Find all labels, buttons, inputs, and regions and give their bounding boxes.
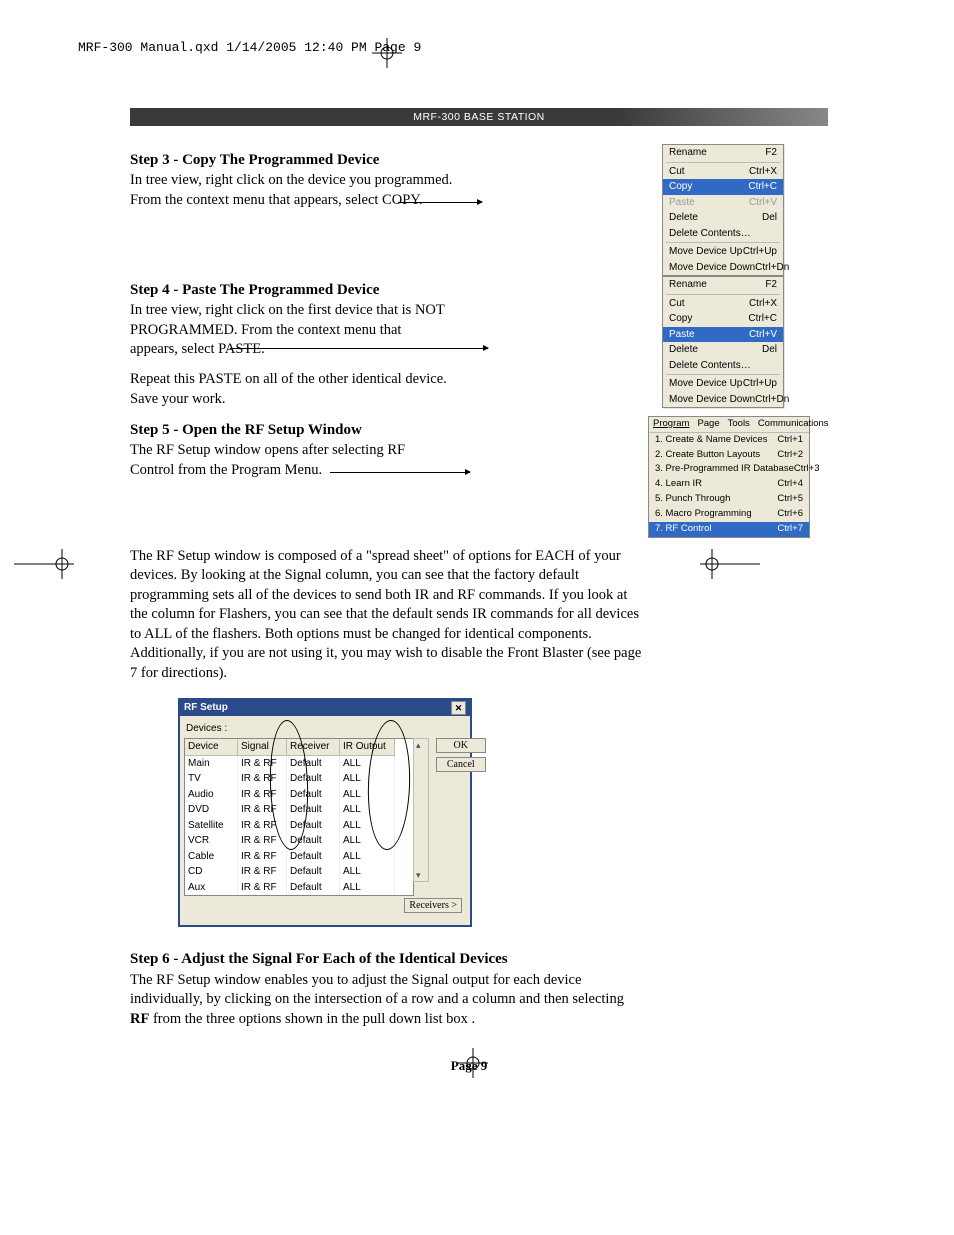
- step5-para: The RF Setup window is composed of a "sp…: [130, 547, 642, 684]
- step4-body2: Repeat this PASTE on all of the other id…: [130, 370, 450, 409]
- ok-button[interactable]: OK: [436, 738, 486, 753]
- crop-mark-bottom: [458, 1048, 488, 1078]
- scrollbar[interactable]: [413, 738, 429, 882]
- arrow-line: [230, 348, 488, 349]
- context-menu-copy: RenameF2 CutCtrl+X CopyCtrl+C PasteCtrl+…: [662, 144, 784, 276]
- section-title-bar: MRF-300 BASE STATION: [130, 108, 828, 126]
- program-menu: Program Page Tools Communications 1. Cre…: [648, 416, 810, 538]
- step3-body: In tree view, right click on the device …: [130, 171, 470, 210]
- table-row[interactable]: AuxIR & RFDefaultALL: [185, 880, 413, 896]
- table-row[interactable]: CDIR & RFDefaultALL: [185, 864, 413, 880]
- table-row[interactable]: MainIR & RFDefaultALL: [185, 756, 413, 772]
- step6-heading: Step 6 - Adjust the Signal For Each of t…: [130, 949, 808, 969]
- receivers-button[interactable]: Receivers >: [404, 898, 462, 913]
- table-row[interactable]: VCRIR & RFDefaultALL: [185, 833, 413, 849]
- menu-communications[interactable]: Communications: [758, 418, 829, 431]
- menu-tools[interactable]: Tools: [728, 418, 750, 431]
- menu-program[interactable]: Program: [653, 418, 689, 431]
- step5-body: The RF Setup window opens after selectin…: [130, 441, 430, 480]
- registration-mark-left: [14, 549, 74, 579]
- arrow-line: [398, 202, 482, 203]
- context-menu-paste: RenameF2 CutCtrl+X CopyCtrl+C PasteCtrl+…: [662, 276, 784, 408]
- arrow-line: [330, 472, 470, 473]
- ctx-copy-highlight[interactable]: CopyCtrl+C: [663, 179, 783, 195]
- table-row[interactable]: DVDIR & RFDefaultALL: [185, 802, 413, 818]
- crop-mark-top: [372, 38, 402, 68]
- registration-mark-right: [700, 549, 760, 579]
- step6-body: The RF Setup window enables you to adjus…: [130, 971, 640, 1030]
- ctx-paste-highlight[interactable]: PasteCtrl+V: [663, 327, 783, 343]
- menu-rf-control-highlight[interactable]: 7. RF ControlCtrl+7: [649, 522, 809, 537]
- step4-body: In tree view, right click on the first d…: [130, 301, 450, 360]
- rf-setup-window: RF Setup ✕ Devices : Device Signal Recei…: [178, 698, 472, 928]
- rf-devices-table[interactable]: Device Signal Receiver IR Output MainIR …: [184, 738, 414, 896]
- table-row[interactable]: AudioIR & RFDefaultALL: [185, 787, 413, 803]
- menu-page[interactable]: Page: [697, 418, 719, 431]
- close-icon[interactable]: ✕: [451, 701, 466, 715]
- table-row[interactable]: TVIR & RFDefaultALL: [185, 771, 413, 787]
- table-row[interactable]: CableIR & RFDefaultALL: [185, 849, 413, 865]
- rf-setup-title: RF Setup: [184, 701, 228, 715]
- cancel-button[interactable]: Cancel: [436, 757, 486, 772]
- file-header: MRF-300 Manual.qxd 1/14/2005 12:40 PM Pa…: [78, 40, 421, 55]
- devices-label: Devices :: [186, 722, 466, 736]
- table-row[interactable]: SatelliteIR & RFDefaultALL: [185, 818, 413, 834]
